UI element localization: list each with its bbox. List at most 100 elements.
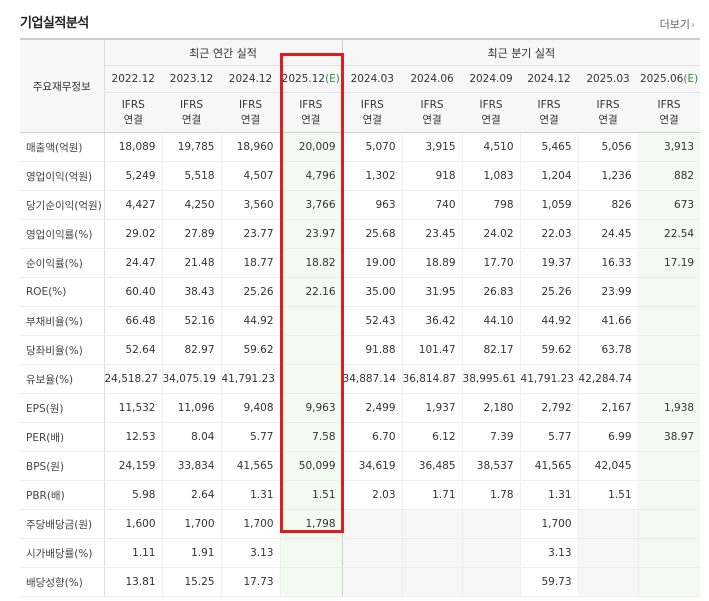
table-cell: 1,083 [461,161,521,191]
accounting-ifrs: IFRS [537,98,561,111]
table-row: 시가배당률(%) 1.11 1.91 3.13 3.13 [20,538,701,568]
accounting-consolidated: 연결 [539,113,559,126]
table-cell: 22.54 [637,219,701,249]
table-cell: 31.95 [401,277,463,307]
accounting-ifrs: IFRS [420,98,444,111]
table-cell: 59.73 [519,567,579,597]
table-cell: 38,537 [461,451,521,481]
table-cell: 27.89 [161,219,221,249]
table-cell: 3,560 [220,190,280,220]
table-cell: 882 [637,161,701,191]
table-cell [637,538,701,568]
chevron-right-icon: › [691,20,695,31]
table-cell: 9,408 [220,393,280,423]
period-header: 2023.12 [162,65,221,93]
table-cell: 52.64 [103,335,162,365]
row-label: 영업이익(억원) [20,161,105,191]
accounting-standard: IFRS 연결 [104,92,162,133]
table-cell: 38.43 [161,277,221,307]
accounting-ifrs: IFRS [360,98,384,111]
table-cell [637,567,701,597]
table-row: 매출액(억원) 18,089 19,785 18,960 20,009 5,070 3,91… [20,132,701,162]
table-cell: 4,427 [103,190,162,220]
table-cell [341,509,403,539]
row-label: 당좌비율(%) [20,335,105,365]
table-row: 순이익률(%) 24.47 21.48 18.77 18.82 19.00 18.89 17.… [20,248,701,278]
table-cell: 1,938 [637,393,701,423]
accounting-standard: IFRS 연결 [342,92,403,133]
table-cell: 18.89 [401,248,463,278]
table-cell: 3.13 [519,538,579,568]
row-label: ROE(%) [20,277,105,307]
accounting-consolidated: 연결 [240,113,261,126]
table-cell [401,538,463,568]
table-cell: 59.62 [220,335,280,365]
table-cell: 1,059 [519,190,579,220]
table-cell: 82.97 [161,335,221,365]
row-label: 유보율(%) [20,364,105,394]
table-cell: 42,045 [577,451,639,481]
table-cell: 1.31 [220,480,280,510]
table-cell: 5.98 [103,480,162,510]
table-cell: 12.53 [103,422,162,452]
table-cell: 19.00 [341,248,403,278]
table-cell: 2.64 [161,480,221,510]
row-label: 시가배당률(%) [20,538,105,568]
accounting-standard: IFRS 연결 [221,92,280,133]
table-cell: 798 [461,190,521,220]
table-cell: 29.02 [103,219,162,249]
row-label: 부채비율(%) [20,306,105,336]
table-cell: 36,814.87 [401,364,463,394]
table-cell: 59.62 [519,335,579,365]
period-label: 2025.12 [281,73,326,85]
table-cell: 41,791.23 [519,364,579,394]
table-row: 당좌비율(%) 52.64 82.97 59.62 91.88 101.47 82.17 59… [20,335,701,365]
table-cell [577,538,639,568]
period-header: 2024.03 [342,65,403,93]
table-cell: 9,963 [279,393,343,423]
table-cell: 918 [401,161,463,191]
period-header: 2025.12(E) [280,65,343,93]
table-cell: 16.33 [577,248,639,278]
table-cell: 34,619 [341,451,403,481]
table-cell [461,509,521,539]
accounting-consolidated: 연결 [362,113,382,126]
period-label: 2023.12 [169,73,214,85]
table-cell: 6.12 [401,422,463,452]
table-cell: 5,465 [519,132,579,162]
table-cell [279,538,343,568]
table-cell: 1.91 [161,538,221,568]
table-row: EPS(원) 11,532 11,096 9,408 9,963 2,499 1,937 2,… [20,393,701,423]
table-cell: 826 [577,190,639,220]
table-cell: 26.83 [461,277,521,307]
annual-group-header: 최근 연간 실적 [104,38,343,66]
table-cell: 3,766 [279,190,343,220]
accounting-consolidated: 연결 [123,113,143,126]
row-header-label: 주요재무정보 [20,38,105,133]
accounting-standard: IFRS 연결 [520,92,579,133]
table-row: 당기순이익(억원) 4,427 4,250 3,560 3,766 963 740 798 1,… [20,190,701,220]
more-link[interactable]: 더보기› [660,16,695,32]
row-label: 당기순이익(억원) [20,190,105,220]
table-cell [637,306,701,336]
table-cell [279,364,343,394]
table-cell [577,567,639,597]
table-cell: 1,937 [401,393,463,423]
table-cell: 24.47 [103,248,162,278]
table-cell: 4,510 [461,132,521,162]
table-cell: 23.45 [401,219,463,249]
table-cell [461,567,521,597]
table-cell: 23.99 [577,277,639,307]
table-cell [577,509,639,539]
table-cell: 36,485 [401,451,463,481]
table-cell: 36.42 [401,306,463,336]
period-label: 2024.03 [350,73,394,85]
period-label: 2024.06 [410,73,454,85]
period-header: 2024.12 [520,65,579,93]
table-cell [637,277,701,307]
table-cell: 13.81 [103,567,162,597]
accounting-ifrs: IFRS [299,98,323,111]
table-cell: 25.68 [341,219,403,249]
table-cell: 23.77 [220,219,280,249]
period-label: 2024.12 [228,73,273,85]
